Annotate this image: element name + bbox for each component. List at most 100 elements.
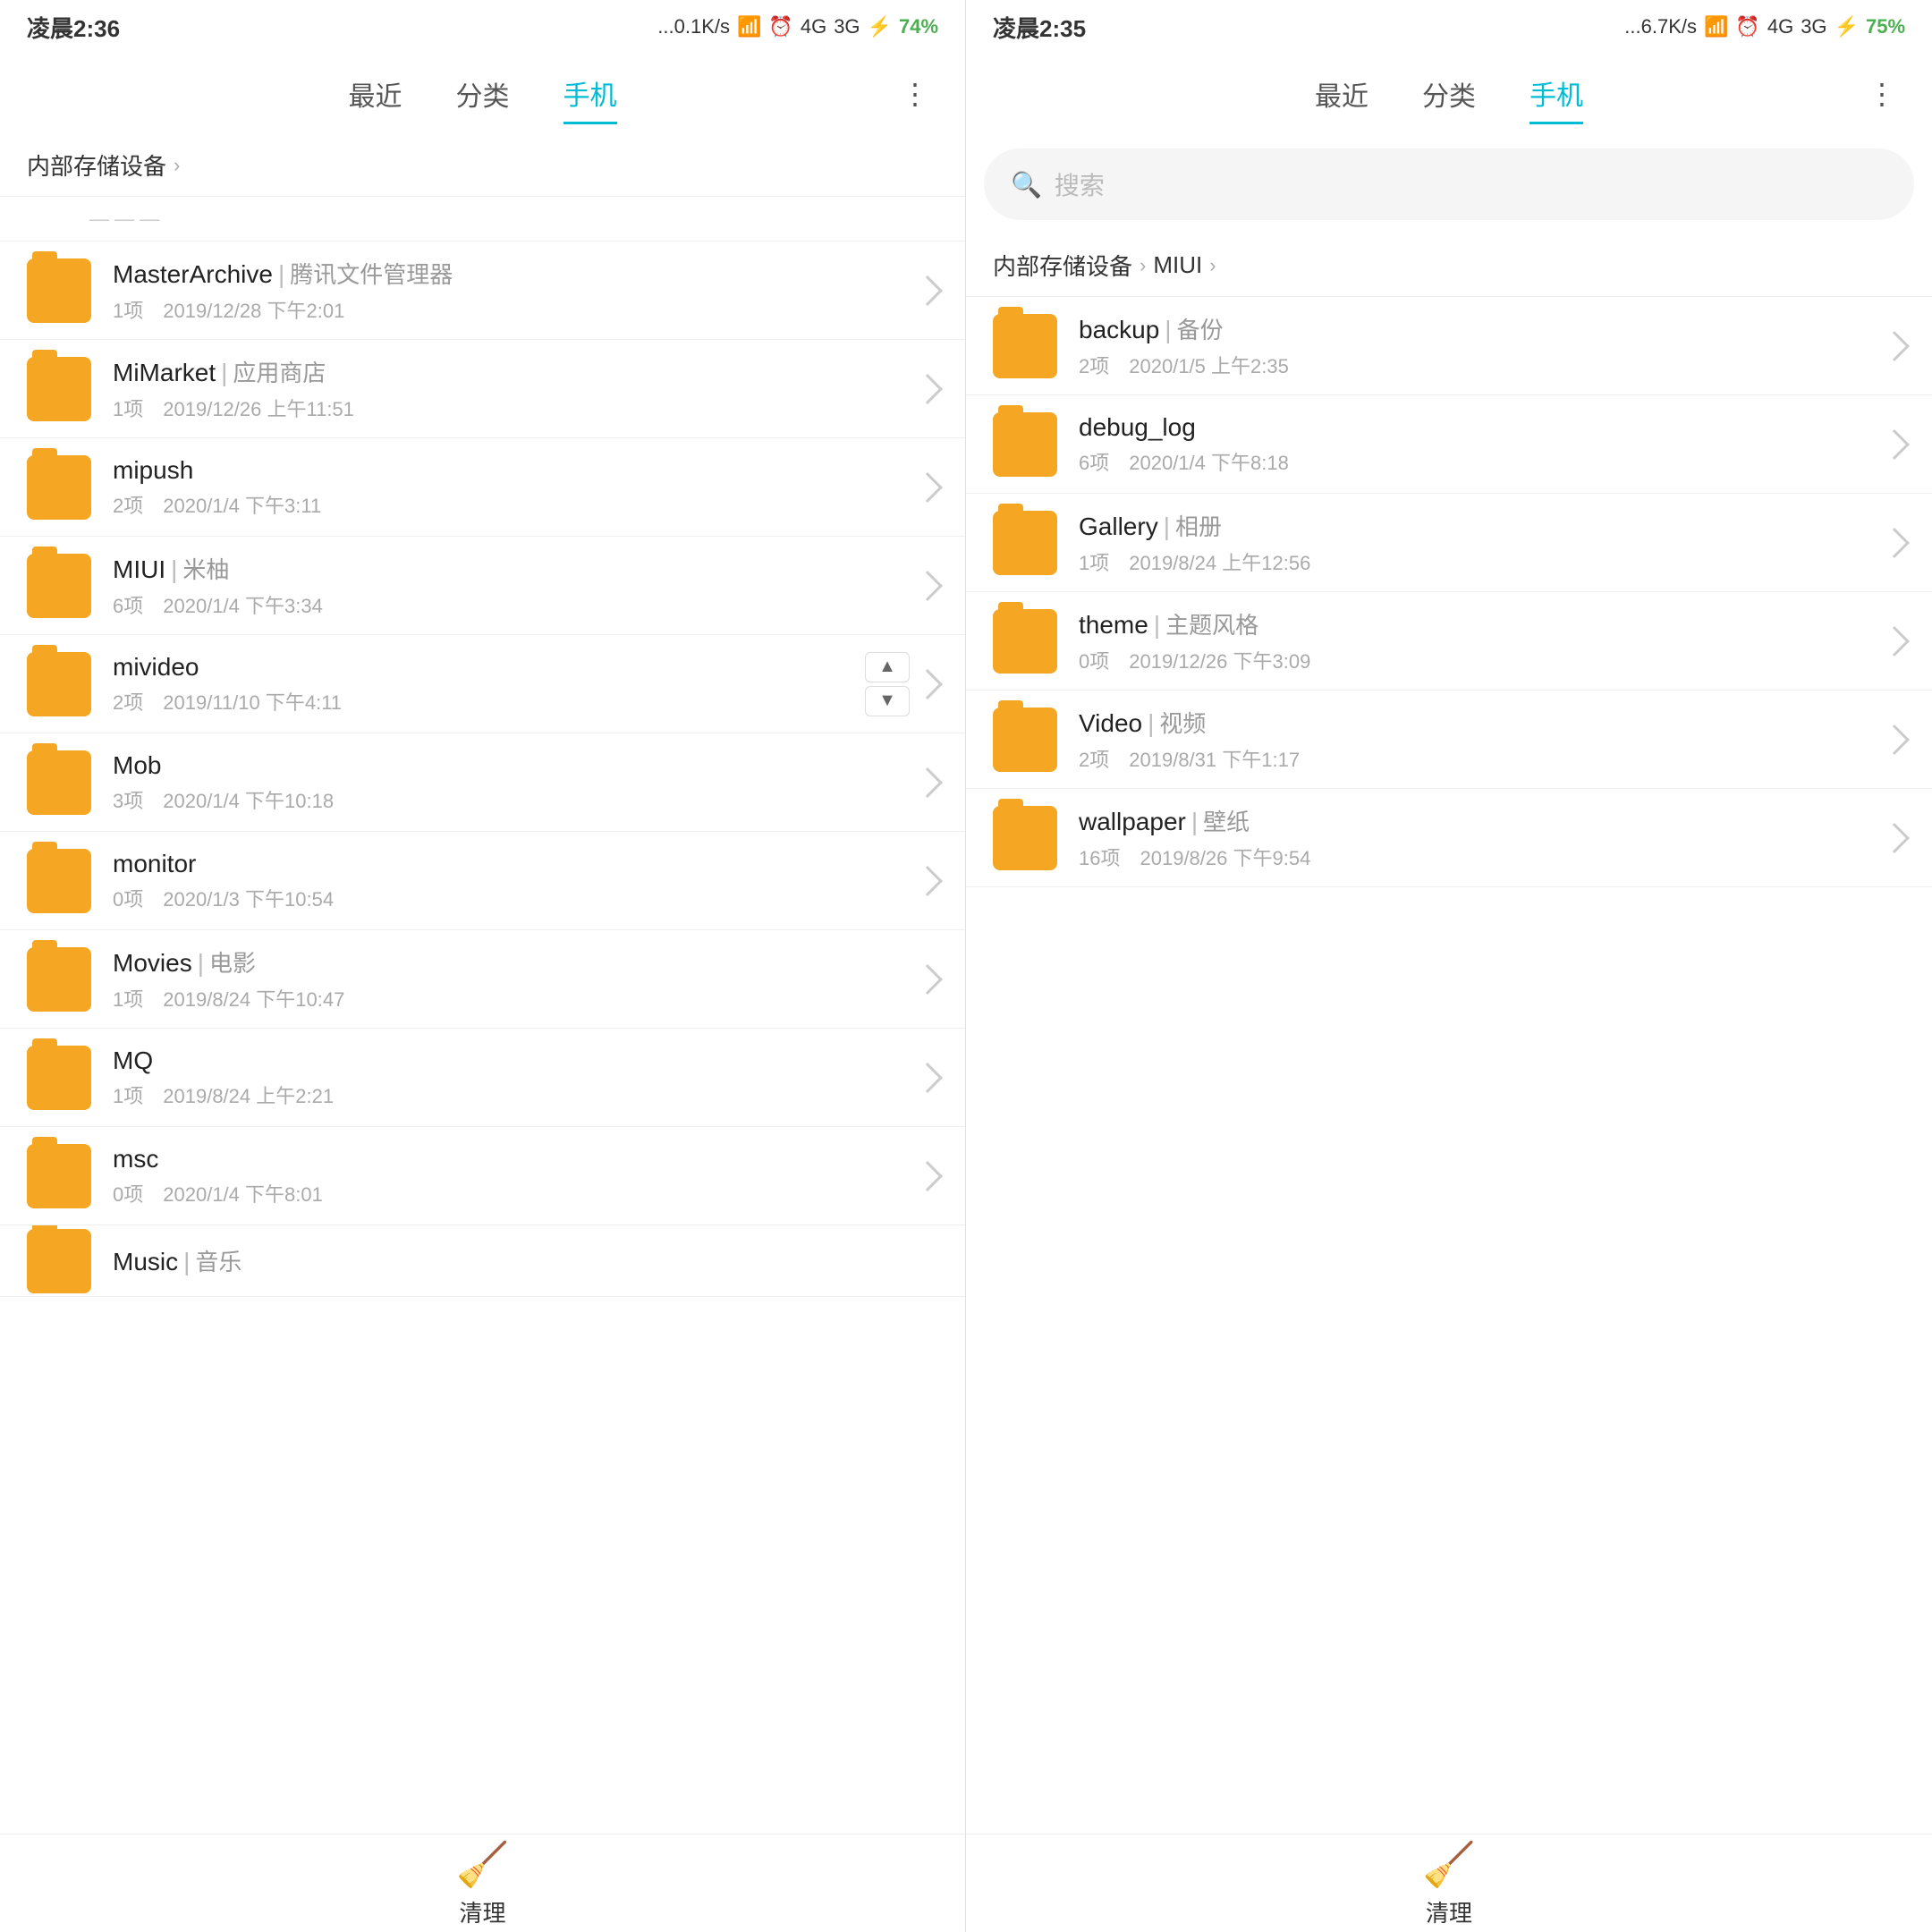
chevron-right-icon xyxy=(912,374,943,404)
right-tab-phone[interactable]: 手机 xyxy=(1530,64,1583,124)
right-panel: 凌晨2:35 ...6.7K/s 📶 ⏰ 4G 3G ⚡ 75% 最近 分类 手… xyxy=(966,0,1932,1932)
right-search-bar[interactable]: 🔍 搜索 xyxy=(984,148,1914,220)
right-battery: 75% xyxy=(1866,15,1905,38)
left-tab-recent[interactable]: 最近 xyxy=(349,65,402,123)
right-tab-recent[interactable]: 最近 xyxy=(1315,65,1368,123)
folder-info: monitor 0项 2020/1/3 下午10:54 xyxy=(113,850,917,912)
left-clean-button[interactable]: 🧹 清理 xyxy=(456,1839,510,1928)
chevron-right-icon xyxy=(912,472,943,503)
chevron-right-icon xyxy=(912,571,943,601)
left-tab-phone[interactable]: 手机 xyxy=(564,64,617,124)
folder-wallpaper[interactable]: wallpaper|壁纸 16项 2019/8/26 下午9:54 xyxy=(966,789,1932,887)
right-more-button[interactable]: ⋮ xyxy=(1868,77,1896,111)
chevron-right-icon xyxy=(1879,331,1910,361)
folder-name: MasterArchive|腾讯文件管理器 xyxy=(113,257,917,290)
right-nav-tabs: 最近 分类 手机 ⋮ xyxy=(966,54,1932,134)
folder-gallery[interactable]: Gallery|相册 1项 2019/8/24 上午12:56 xyxy=(966,494,1932,592)
folder-name: Music|音乐 xyxy=(113,1244,938,1277)
left-4g-icon: 4G xyxy=(801,15,826,38)
folder-movies[interactable]: Movies|电影 1项 2019/8/24 下午10:47 xyxy=(0,930,965,1029)
folder-name: MiMarket|应用商店 xyxy=(113,355,917,388)
right-status-icons: ...6.7K/s 📶 ⏰ 4G 3G ⚡ 75% xyxy=(1624,15,1905,38)
right-tab-category[interactable]: 分类 xyxy=(1422,65,1476,123)
right-bottom-bar: 🧹 清理 xyxy=(966,1834,1932,1932)
folder-meta: 6项 2020/1/4 下午3:34 xyxy=(113,590,917,619)
folder-info: Movies|电影 1项 2019/8/24 下午10:47 xyxy=(113,945,917,1013)
folder-name: MQ xyxy=(113,1046,917,1075)
left-status-time: 凌晨2:36 xyxy=(27,11,120,44)
folder-name: debug_log xyxy=(1079,413,1884,442)
left-battery: 74% xyxy=(899,15,938,38)
chevron-right-icon xyxy=(912,767,943,798)
chevron-right-icon xyxy=(1879,429,1910,460)
right-charging-icon: ⚡ xyxy=(1835,15,1859,38)
folder-backup[interactable]: backup|备份 2项 2020/1/5 上午2:35 xyxy=(966,297,1932,395)
folder-meta: 1项 2019/8/24 上午2:21 xyxy=(113,1080,917,1109)
folder-name: msc xyxy=(113,1145,917,1174)
folder-icon xyxy=(27,750,91,815)
folder-name: backup|备份 xyxy=(1079,312,1884,345)
folder-msc[interactable]: msc 0项 2020/1/4 下午8:01 xyxy=(0,1127,965,1225)
left-status-bar: 凌晨2:36 ...0.1K/s 📶 ⏰ 4G 3G ⚡ 74% xyxy=(0,0,965,54)
left-nav-tabs: 最近 分类 手机 ⋮ xyxy=(0,54,965,134)
folder-meta: 2项 2020/1/5 上午2:35 xyxy=(1079,351,1884,379)
folder-video[interactable]: Video|视频 2项 2019/8/31 下午1:17 xyxy=(966,691,1932,789)
folder-icon xyxy=(993,806,1057,870)
folder-masterarchive[interactable]: MasterArchive|腾讯文件管理器 1项 2019/12/28 下午2:… xyxy=(0,242,965,340)
right-3g-icon: 3G xyxy=(1801,15,1826,38)
chevron-right-icon xyxy=(912,1063,943,1093)
folder-meta: 0项 2020/1/4 下午8:01 xyxy=(113,1179,917,1208)
search-input[interactable]: 搜索 xyxy=(1055,166,1105,202)
left-bottom-bar: 🧹 清理 xyxy=(0,1834,965,1932)
folder-info: MQ 1项 2019/8/24 上午2:21 xyxy=(113,1046,917,1109)
left-tab-category[interactable]: 分类 xyxy=(456,65,510,123)
folder-name: monitor xyxy=(113,850,917,878)
folder-icon xyxy=(993,708,1057,772)
folder-icon xyxy=(27,849,91,913)
left-status-icons: ...0.1K/s 📶 ⏰ 4G 3G ⚡ 74% xyxy=(657,15,938,38)
folder-meta: 1项 2019/12/28 下午2:01 xyxy=(113,295,917,324)
folder-name: mivideo xyxy=(113,653,865,682)
right-status-bar: 凌晨2:35 ...6.7K/s 📶 ⏰ 4G 3G ⚡ 75% xyxy=(966,0,1932,54)
folder-info: Video|视频 2项 2019/8/31 下午1:17 xyxy=(1079,706,1884,773)
folder-icon xyxy=(27,1144,91,1208)
right-status-time: 凌晨2:35 xyxy=(993,11,1086,44)
folder-meta: 2项 2020/1/4 下午3:11 xyxy=(113,490,917,519)
folder-monitor[interactable]: monitor 0项 2020/1/3 下午10:54 xyxy=(0,832,965,930)
left-panel: 凌晨2:36 ...0.1K/s 📶 ⏰ 4G 3G ⚡ 74% 最近 分类 手… xyxy=(0,0,966,1932)
folder-miui[interactable]: MIUI|米柚 6项 2020/1/4 下午3:34 xyxy=(0,537,965,635)
folder-mipush[interactable]: mipush 2项 2020/1/4 下午3:11 xyxy=(0,438,965,537)
scroll-up-button[interactable]: ▲ xyxy=(865,652,910,682)
folder-mob[interactable]: Mob 3项 2020/1/4 下午10:18 xyxy=(0,733,965,832)
chevron-right-icon xyxy=(912,1161,943,1191)
clean-label: 清理 xyxy=(459,1895,505,1928)
left-3g-icon: 3G xyxy=(834,15,860,38)
folder-name: Gallery|相册 xyxy=(1079,509,1884,542)
folder-mq[interactable]: MQ 1项 2019/8/24 上午2:21 xyxy=(0,1029,965,1127)
folder-info: Gallery|相册 1项 2019/8/24 上午12:56 xyxy=(1079,509,1884,576)
right-clean-button[interactable]: 🧹 清理 xyxy=(1422,1839,1476,1928)
folder-icon xyxy=(27,357,91,421)
scroll-down-button[interactable]: ▼ xyxy=(865,686,910,716)
folder-icon xyxy=(27,652,91,716)
folder-icon xyxy=(27,1046,91,1110)
right-breadcrumb-arrow-2: › xyxy=(1209,254,1216,277)
folder-meta: 6项 2020/1/4 下午8:18 xyxy=(1079,447,1884,476)
folder-info: MIUI|米柚 6项 2020/1/4 下午3:34 xyxy=(113,552,917,619)
folder-debug-log[interactable]: debug_log 6项 2020/1/4 下午8:18 xyxy=(966,395,1932,494)
left-file-list: MasterArchive|腾讯文件管理器 1项 2019/12/28 下午2:… xyxy=(0,242,965,1834)
left-more-button[interactable]: ⋮ xyxy=(901,77,929,111)
folder-icon xyxy=(27,947,91,1012)
folder-name: Movies|电影 xyxy=(113,945,917,979)
folder-mimarket[interactable]: MiMarket|应用商店 1项 2019/12/26 上午11:51 xyxy=(0,340,965,438)
folder-name: theme|主题风格 xyxy=(1079,607,1884,640)
chevron-right-icon xyxy=(1879,823,1910,853)
right-breadcrumb-arrow-1: › xyxy=(1140,254,1146,277)
folder-music[interactable]: Music|音乐 xyxy=(0,1225,965,1297)
folder-icon xyxy=(27,455,91,520)
folder-icon xyxy=(993,511,1057,575)
folder-mivideo[interactable]: mivideo 2项 2019/11/10 下午4:11 ▲ ▼ xyxy=(0,635,965,733)
folder-info: backup|备份 2项 2020/1/5 上午2:35 xyxy=(1079,312,1884,379)
folder-theme[interactable]: theme|主题风格 0项 2019/12/26 下午3:09 xyxy=(966,592,1932,691)
left-charging-icon: ⚡ xyxy=(868,15,892,38)
